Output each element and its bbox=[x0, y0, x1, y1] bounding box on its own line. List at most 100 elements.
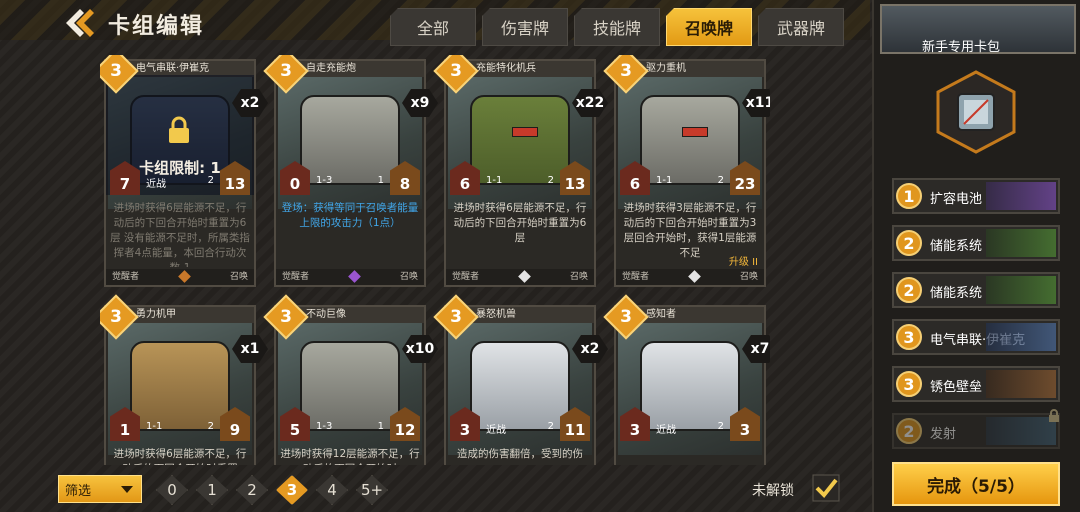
back-button[interactable] bbox=[60, 6, 100, 42]
range-value: 近战 bbox=[656, 425, 676, 436]
card-auto-cannon[interactable]: 自走充能炮 0 1-3 1 8 登场：获得等同于召唤者能量上限的攻击力（1点） … bbox=[263, 55, 438, 287]
hp-value: 9 bbox=[220, 407, 250, 441]
card-description: 进场时获得6层能源不足，行动后的下回合开始时重置 bbox=[113, 448, 247, 465]
deck-item-cost: 1 bbox=[896, 183, 922, 209]
lock-icon bbox=[169, 116, 189, 143]
card-rarity: 觉醒者 bbox=[622, 272, 650, 282]
deck-item-cost: 2 bbox=[896, 418, 922, 444]
cost-filter-0[interactable]: 0 bbox=[156, 475, 188, 505]
card-stats: 0 1-3 1 8 bbox=[280, 161, 420, 197]
hp-value: 13 bbox=[560, 161, 590, 195]
tab-bar: 全部 伤害牌 技能牌 召唤牌 武器牌 bbox=[390, 8, 844, 46]
card-stats: 6 1-1 2 23 bbox=[620, 161, 760, 197]
cost-filter-2[interactable]: 2 bbox=[236, 475, 268, 505]
rarity-gem-icon bbox=[688, 270, 701, 283]
card-stats: 7 近战 2 13 bbox=[110, 161, 250, 197]
deck-name: 新手专用卡包 bbox=[922, 40, 1001, 55]
cost-filter-4[interactable]: 4 bbox=[316, 475, 348, 505]
checkmark-icon[interactable] bbox=[812, 474, 840, 502]
speed-value: 2 bbox=[717, 421, 724, 432]
unlocked-filter-label: 未解锁 bbox=[752, 483, 794, 499]
deck-item-art bbox=[986, 276, 1056, 304]
tab-weapon[interactable]: 武器牌 bbox=[758, 8, 844, 46]
deck-item[interactable]: 1 扩容电池 bbox=[892, 178, 1060, 214]
deck-item[interactable]: 2 储能系统 bbox=[892, 272, 1060, 308]
speed-value: 2 bbox=[207, 175, 214, 186]
range-value: 1-1 bbox=[656, 175, 673, 186]
rarity-gem-icon bbox=[178, 270, 191, 283]
attack-value: 1 bbox=[110, 407, 140, 441]
deck-item-label: 储能系统 bbox=[930, 286, 983, 301]
hp-value: 3 bbox=[730, 407, 760, 441]
deck-item[interactable]: 3 电气串联·伊崔克 bbox=[892, 319, 1060, 355]
tab-summon[interactable]: 召唤牌 bbox=[666, 8, 752, 46]
deck-item[interactable]: 2 储能系统 bbox=[892, 225, 1060, 261]
cost-filter-5plus[interactable]: 5+ bbox=[356, 475, 388, 505]
card-drive-heavy[interactable]: 驱力重机 6 1-1 2 23 进场时获得3层能源不足，行动后的下回合开始时重置… bbox=[603, 55, 770, 287]
speed-value: 2 bbox=[547, 175, 554, 186]
card-type: 召唤 bbox=[229, 272, 248, 282]
deck-item-locked[interactable]: 2 发射 bbox=[892, 409, 1060, 449]
card-stats: 6 1-1 2 13 bbox=[450, 161, 590, 197]
card-type: 召唤 bbox=[739, 272, 758, 282]
rarity-gem-icon bbox=[518, 270, 531, 283]
range-value: 1-3 bbox=[316, 421, 333, 432]
range-value: 近战 bbox=[146, 179, 166, 190]
card-footer: 觉醒者 召唤 bbox=[276, 269, 424, 285]
card-brave-mech[interactable]: 勇力机甲 1 1-1 2 9 进场时获得6层能源不足，行动后的下回合开始时重置 … bbox=[100, 294, 268, 465]
attack-value: 7 bbox=[110, 161, 140, 195]
attack-value: 0 bbox=[280, 161, 310, 195]
finish-button[interactable]: 完成（5/5） bbox=[892, 462, 1060, 506]
deck-item-cost: 2 bbox=[896, 230, 922, 256]
range-value: 1-1 bbox=[146, 421, 163, 432]
hp-value: 13 bbox=[220, 161, 250, 195]
hp-value: 11 bbox=[560, 407, 590, 441]
attack-value: 5 bbox=[280, 407, 310, 441]
card-immovable-colossus[interactable]: 不动巨像 5 1-3 1 12 进场时获得12层能源不足，行动后的下回合开始时 … bbox=[263, 294, 438, 465]
page-title: 卡组编辑 bbox=[108, 14, 205, 39]
tab-all[interactable]: 全部 bbox=[390, 8, 476, 46]
card-rarity: 觉醒者 bbox=[112, 272, 140, 282]
card-charged-trooper[interactable]: 充能特化机兵 6 1-1 2 13 进场时获得6层能源不足，行动后的下回合开始时… bbox=[433, 55, 608, 287]
speed-value: 1 bbox=[377, 175, 384, 186]
card-stats: 3 近战 2 3 bbox=[620, 407, 760, 443]
card-raging-beast[interactable]: 暴怒机兽 3 近战 2 11 造成的伤害翻倍，受到的伤 3 x2 bbox=[433, 294, 608, 465]
deck-item-cost: 3 bbox=[896, 371, 922, 397]
card-description: 进场时获得12层能源不足，行动后的下回合开始时 bbox=[280, 448, 420, 465]
cost-filter-group: 0 1 2 3 4 5+ bbox=[156, 475, 388, 505]
filter-dropdown[interactable]: 筛选 bbox=[58, 475, 142, 503]
attack-value: 3 bbox=[620, 407, 650, 441]
rarity-gem-icon bbox=[348, 270, 361, 283]
deck-item-label: 发射 bbox=[930, 427, 957, 442]
attack-value: 6 bbox=[450, 161, 480, 195]
card-perceiver[interactable]: 感知者 3 近战 2 3 3 x7 bbox=[603, 294, 770, 465]
card-rarity: 觉醒者 bbox=[452, 272, 480, 282]
range-value: 1-3 bbox=[316, 175, 333, 186]
deck-item-art bbox=[986, 182, 1056, 210]
range-value: 1-1 bbox=[486, 175, 503, 186]
deck-item-art bbox=[986, 229, 1056, 257]
speed-value: 2 bbox=[207, 421, 214, 432]
speed-value: 2 bbox=[717, 175, 724, 186]
speed-value: 1 bbox=[377, 421, 384, 432]
card-type: 召唤 bbox=[399, 272, 418, 282]
deck-header[interactable]: 新手专用卡包 bbox=[880, 4, 1076, 55]
cost-filter-3[interactable]: 3 bbox=[276, 475, 308, 505]
card-stats: 5 1-3 1 12 bbox=[280, 407, 420, 443]
deck-item-cost: 2 bbox=[896, 277, 922, 303]
deck-item-art bbox=[986, 417, 1056, 445]
speed-value: 2 bbox=[547, 421, 554, 432]
hp-value: 23 bbox=[730, 161, 760, 195]
dropdown-arrow-icon bbox=[121, 486, 133, 493]
cost-filter-1[interactable]: 1 bbox=[196, 475, 228, 505]
tab-skill[interactable]: 技能牌 bbox=[574, 8, 660, 46]
deck-item-art bbox=[986, 370, 1056, 398]
tab-damage[interactable]: 伤害牌 bbox=[482, 8, 568, 46]
card-footer: 觉醒者 召唤 bbox=[106, 269, 254, 285]
card-electric-chain[interactable]: 电气串联·伊崔克 卡组限制: 1 7 近战 2 13 进场时获得6层能源不足，行… bbox=[100, 55, 268, 287]
card-rarity: 觉醒者 bbox=[282, 272, 310, 282]
upgrade-label: 升级 II bbox=[728, 257, 758, 268]
filter-label: 筛选 bbox=[65, 483, 92, 499]
deck-item[interactable]: 3 锈色壁垒 bbox=[892, 366, 1060, 402]
lock-icon bbox=[1049, 409, 1059, 422]
